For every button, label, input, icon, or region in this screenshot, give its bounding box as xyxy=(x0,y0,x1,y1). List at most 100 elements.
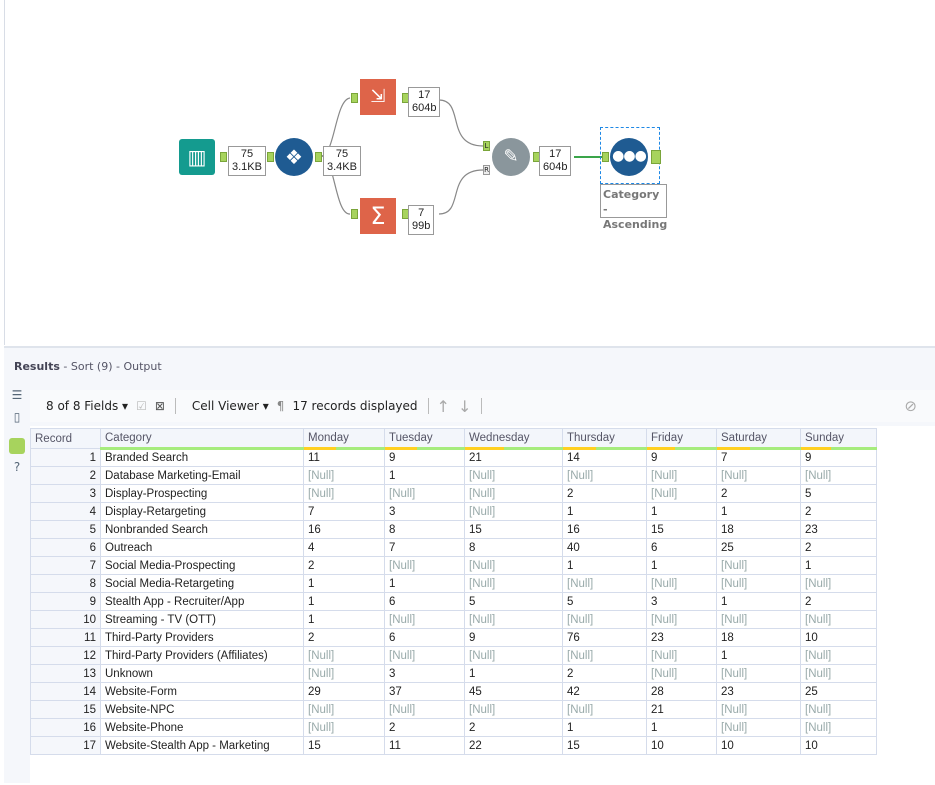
table-cell[interactable]: [Null] xyxy=(647,467,717,485)
table-cell[interactable]: [Null] xyxy=(647,485,717,503)
table-cell[interactable]: Unknown xyxy=(101,665,304,683)
table-cell[interactable]: 13 xyxy=(31,665,101,683)
table-cell[interactable]: 1 xyxy=(304,575,385,593)
table-cell[interactable]: 5 xyxy=(465,593,563,611)
table-cell[interactable]: 6 xyxy=(385,593,465,611)
table-cell[interactable]: 1 xyxy=(801,557,877,575)
table-cell[interactable]: 1 xyxy=(465,665,563,683)
pilcrow-icon[interactable]: ¶ xyxy=(277,399,285,413)
table-cell[interactable]: Website-Form xyxy=(101,683,304,701)
table-cell[interactable]: [Null] xyxy=(717,575,801,593)
table-cell[interactable]: 1 xyxy=(647,503,717,521)
table-cell[interactable]: [Null] xyxy=(563,611,647,629)
input-anchor[interactable] xyxy=(267,152,274,162)
column-header[interactable]: Tuesday xyxy=(385,429,465,449)
table-cell[interactable]: [Null] xyxy=(717,557,801,575)
table-cell[interactable]: 7 xyxy=(31,557,101,575)
table-cell[interactable]: 1 xyxy=(717,503,801,521)
column-header[interactable]: Saturday xyxy=(717,429,801,449)
table-row[interactable]: 16Website-Phone[Null]2211[Null][Null] xyxy=(31,719,877,737)
append-fields-tool[interactable]: ✎ xyxy=(492,138,530,176)
table-cell[interactable]: 14 xyxy=(563,449,647,467)
check-icon[interactable]: ☑ xyxy=(136,399,147,413)
table-row[interactable]: 15Website-NPC[Null][Null][Null][Null]21[… xyxy=(31,701,877,719)
transpose-tool[interactable]: ⇲ xyxy=(360,79,396,115)
table-cell[interactable]: [Null] xyxy=(647,665,717,683)
table-cell[interactable]: [Null] xyxy=(304,719,385,737)
table-cell[interactable]: [Null] xyxy=(801,665,877,683)
table-cell[interactable]: Website-NPC xyxy=(101,701,304,719)
table-cell[interactable]: 10 xyxy=(801,629,877,647)
table-cell[interactable]: 11 xyxy=(385,737,465,755)
table-cell[interactable]: 3 xyxy=(647,593,717,611)
table-cell[interactable]: [Null] xyxy=(563,575,647,593)
table-cell[interactable]: Social Media-Retargeting xyxy=(101,575,304,593)
input-anchor[interactable] xyxy=(602,152,609,162)
table-cell[interactable]: 8 xyxy=(31,575,101,593)
table-cell[interactable]: 1 xyxy=(717,593,801,611)
table-cell[interactable]: 18 xyxy=(717,521,801,539)
table-row[interactable]: 13Unknown[Null]312[Null][Null][Null] xyxy=(31,665,877,683)
table-cell[interactable]: 25 xyxy=(801,683,877,701)
table-cell[interactable]: 6 xyxy=(647,539,717,557)
fields-dropdown[interactable]: 8 of 8 Fields ▾ xyxy=(38,399,128,413)
table-cell[interactable]: [Null] xyxy=(304,647,385,665)
table-cell[interactable]: 2 xyxy=(717,485,801,503)
table-row[interactable]: 14Website-Form29374542282325 xyxy=(31,683,877,701)
table-cell[interactable]: Social Media-Prospecting xyxy=(101,557,304,575)
table-cell[interactable]: [Null] xyxy=(801,575,877,593)
table-cell[interactable]: 7 xyxy=(304,503,385,521)
table-cell[interactable]: 16 xyxy=(304,521,385,539)
table-cell[interactable]: [Null] xyxy=(385,557,465,575)
table-cell[interactable]: [Null] xyxy=(385,611,465,629)
table-cell[interactable]: Streaming - TV (OTT) xyxy=(101,611,304,629)
table-cell[interactable]: 10 xyxy=(801,737,877,755)
table-cell[interactable]: 9 xyxy=(647,449,717,467)
data-tab-icon[interactable] xyxy=(9,438,25,454)
table-cell[interactable]: Nonbranded Search xyxy=(101,521,304,539)
table-row[interactable]: 2Database Marketing-Email[Null]1[Null][N… xyxy=(31,467,877,485)
table-cell[interactable]: [Null] xyxy=(647,575,717,593)
column-header[interactable]: Category xyxy=(101,429,304,449)
table-cell[interactable]: 9 xyxy=(465,629,563,647)
table-cell[interactable]: 28 xyxy=(647,683,717,701)
table-cell[interactable]: 10 xyxy=(647,737,717,755)
table-cell[interactable]: 23 xyxy=(717,683,801,701)
arrow-up-icon[interactable]: ↑ xyxy=(437,397,450,416)
table-row[interactable]: 1Branded Search1192114979 xyxy=(31,449,877,467)
table-cell[interactable]: Branded Search xyxy=(101,449,304,467)
table-cell[interactable]: [Null] xyxy=(801,647,877,665)
table-cell[interactable]: 37 xyxy=(385,683,465,701)
table-cell[interactable]: 3 xyxy=(385,665,465,683)
table-cell[interactable]: 17 xyxy=(31,737,101,755)
table-cell[interactable]: 1 xyxy=(385,575,465,593)
table-cell[interactable]: 16 xyxy=(31,719,101,737)
table-cell[interactable]: 2 xyxy=(801,593,877,611)
table-cell[interactable]: 15 xyxy=(465,521,563,539)
table-cell[interactable]: 12 xyxy=(31,647,101,665)
table-cell[interactable]: [Null] xyxy=(801,719,877,737)
table-row[interactable]: 3Display-Prospecting[Null][Null][Null]2[… xyxy=(31,485,877,503)
table-cell[interactable]: 10 xyxy=(717,737,801,755)
arrow-down-icon[interactable]: ↓ xyxy=(458,397,471,416)
table-row[interactable]: 8Social Media-Retargeting11[Null][Null][… xyxy=(31,575,877,593)
table-cell[interactable]: 4 xyxy=(31,503,101,521)
table-cell[interactable]: 8 xyxy=(385,521,465,539)
left-input-anchor[interactable]: L xyxy=(483,141,490,151)
table-row[interactable]: 4Display-Retargeting73[Null]1112 xyxy=(31,503,877,521)
workflow-canvas[interactable]: ▥ 753.1KB ❖ 753.4KB ⇲ 17604b Σ 799b L R … xyxy=(4,0,935,345)
table-cell[interactable]: Website-Phone xyxy=(101,719,304,737)
input-data-tool[interactable]: ▥ xyxy=(179,139,215,175)
table-cell[interactable]: 11 xyxy=(31,629,101,647)
table-cell[interactable]: Website-Stealth App - Marketing xyxy=(101,737,304,755)
table-cell[interactable]: [Null] xyxy=(563,701,647,719)
cross-tab-tool[interactable]: ❖ xyxy=(275,138,313,176)
table-cell[interactable]: 2 xyxy=(801,503,877,521)
table-cell[interactable]: 76 xyxy=(563,629,647,647)
table-row[interactable]: 10Streaming - TV (OTT)1[Null][Null][Null… xyxy=(31,611,877,629)
table-cell[interactable]: 8 xyxy=(465,539,563,557)
metadata-icon[interactable]: ▯ xyxy=(9,410,25,426)
input-anchor[interactable] xyxy=(351,209,358,219)
table-cell[interactable]: 2 xyxy=(304,629,385,647)
cancel-icon[interactable]: ⊘ xyxy=(904,397,917,415)
